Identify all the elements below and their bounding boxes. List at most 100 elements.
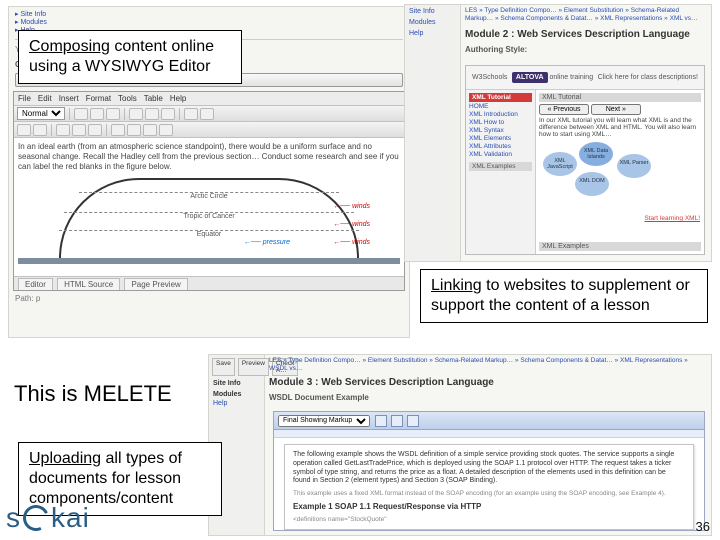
sakai-logo: s kai [6, 502, 90, 534]
tut-item[interactable]: XML Syntax [469, 127, 532, 134]
sakai-text-s: s [6, 502, 21, 534]
sakai-bird-icon [19, 501, 52, 534]
editor-status: Path: p [9, 291, 409, 306]
side-help[interactable]: Help [409, 30, 456, 37]
tab-editor[interactable]: Editor [18, 278, 53, 290]
review-icon[interactable] [407, 415, 419, 427]
list-ul-button[interactable] [184, 108, 198, 120]
editor-menubar[interactable]: FileEditInsertFormatToolsTableHelp [14, 92, 404, 106]
side-h2: Modules [213, 391, 260, 398]
bg-button[interactable] [127, 124, 141, 136]
ruler [274, 430, 704, 438]
ad-brand: ALTOVA [512, 72, 548, 83]
underline-button[interactable] [106, 108, 120, 120]
align-center-button[interactable] [145, 108, 159, 120]
editor-canvas[interactable]: In an ideal earth (from an atmospheric s… [14, 138, 404, 276]
nav-modules[interactable]: Modules [20, 19, 46, 26]
editor-toolbar-2[interactable] [14, 122, 404, 138]
winds-label-1: winds [333, 203, 370, 212]
save-button[interactable]: Save [212, 358, 235, 376]
link-breadcrumbs[interactable]: LES » Type Definition Compo… » Element S… [465, 7, 707, 23]
image-button[interactable] [72, 124, 86, 136]
right-header: XML Tutorial [539, 93, 701, 102]
wysiwyg-editor: FileEditInsertFormatToolsTableHelp Norma… [13, 91, 405, 291]
link-button[interactable] [56, 124, 70, 136]
color-button[interactable] [111, 124, 125, 136]
review-icon[interactable] [375, 415, 387, 427]
side-h1: Site Info [213, 380, 260, 387]
side-modules[interactable]: Modules [409, 19, 456, 26]
grey-footer: XML Examples [539, 242, 701, 251]
link-module-title: Module 2 : Web Services Description Lang… [465, 29, 705, 40]
bubble[interactable]: XML Data Islands [579, 142, 613, 166]
editor-paragraph: In an ideal earth (from an atmospheric s… [18, 142, 399, 171]
more-button[interactable] [159, 124, 173, 136]
review-icon[interactable] [391, 415, 403, 427]
next-button[interactable] [591, 104, 641, 115]
upload-module-title: Module 3 : Web Services Description Lang… [269, 377, 705, 388]
editor-toolbar-1[interactable]: Normal [14, 106, 404, 122]
bubble[interactable]: XML JavaScript [543, 152, 577, 176]
ad-left: W3Schools [472, 74, 507, 81]
ad-right[interactable]: Click here for class descriptions! [598, 74, 698, 81]
tutorial-body: XML Tutorial In our XML tutorial you wil… [536, 90, 704, 254]
prev-button[interactable] [539, 104, 589, 115]
nav-siteinfo[interactable]: Site Info [20, 11, 46, 18]
tut-item[interactable]: XML Validation [469, 151, 532, 158]
bubble[interactable]: XML DOM [575, 172, 609, 196]
tut-header: XML Tutorial [469, 93, 532, 102]
latitude-cancer: Tropic of Cancer [64, 212, 354, 222]
list-ol-button[interactable] [200, 108, 214, 120]
word-page: The following example shows the WSDL def… [284, 444, 694, 530]
callout-compose: Composing content online using a WYSIWYG… [18, 30, 242, 84]
word-heading: Example 1 SOAP 1.1 Request/Response via … [293, 502, 685, 512]
tutorial-intro: In our XML tutorial you will learn what … [539, 117, 701, 138]
align-right-button[interactable] [161, 108, 175, 120]
align-left-button[interactable] [129, 108, 143, 120]
undo-button[interactable] [17, 124, 31, 136]
side-help[interactable]: Help [213, 400, 260, 407]
tut-grey: XML Examples [469, 162, 532, 171]
tut-item[interactable]: XML Introduction [469, 111, 532, 118]
ad-banner[interactable]: W3Schools ALTOVA online training Click h… [466, 66, 704, 90]
sakai-text-kai: kai [51, 502, 90, 534]
tut-item[interactable]: HOME [469, 103, 532, 110]
word-document: Final Showing Markup The following examp… [273, 411, 705, 531]
upload-breadcrumbs[interactable]: LES » Type Definition Compo… » Element S… [269, 357, 707, 373]
link-subtitle: Authoring Style: [465, 45, 527, 54]
format-select[interactable]: Normal [17, 107, 65, 120]
link-sidebar: Site Info Modules Help [405, 5, 461, 261]
bold-button[interactable] [74, 108, 88, 120]
italic-button[interactable] [90, 108, 104, 120]
side-siteinfo[interactable]: Site Info [409, 8, 456, 15]
ad-sub: online training [550, 74, 594, 81]
upload-screenshot: Save Preview Check A… Site Info Modules … [208, 354, 712, 536]
table-button[interactable] [88, 124, 102, 136]
callout-melete: This is MELETE [4, 374, 192, 414]
bubble[interactable]: XML Parser [617, 154, 651, 178]
callout-link: Linking to websites to supplement or sup… [420, 269, 708, 323]
upload-subtitle: WSDL Document Example [269, 393, 369, 402]
tut-item[interactable]: XML Elements [469, 135, 532, 142]
word-review-bar[interactable]: Final Showing Markup [274, 412, 704, 430]
word-para1: The following example shows the WSDL def… [293, 451, 685, 486]
tut-item[interactable]: XML How to [469, 119, 532, 126]
markup-select[interactable]: Final Showing Markup [278, 415, 370, 427]
tab-preview[interactable]: Page Preview [124, 278, 187, 290]
clear-button[interactable] [143, 124, 157, 136]
editor-tabs[interactable]: Editor HTML Source Page Preview [14, 276, 404, 290]
preview-button[interactable]: Preview [238, 358, 269, 376]
pressure-label: pressure [244, 239, 290, 248]
page-number: 36 [696, 519, 710, 534]
latitude-arctic: Arctic Circle [79, 192, 339, 202]
embedded-site: W3Schools ALTOVA online training Click h… [465, 65, 705, 255]
tutorial-nav: XML Tutorial HOME XML Introduction XML H… [466, 90, 536, 254]
latitude-equator: Equator [59, 230, 359, 240]
word-para2: This example uses a fixed XML format ins… [293, 490, 685, 498]
redo-button[interactable] [33, 124, 47, 136]
tut-item[interactable]: XML Attributes [469, 143, 532, 150]
tab-source[interactable]: HTML Source [57, 278, 120, 290]
word-codeline: <definitions name="StockQuote" [293, 516, 685, 524]
learn-link[interactable]: Start learning XML! [644, 215, 700, 222]
cell-diagram: Arctic Circle Tropic of Cancer Equator w… [18, 178, 400, 264]
